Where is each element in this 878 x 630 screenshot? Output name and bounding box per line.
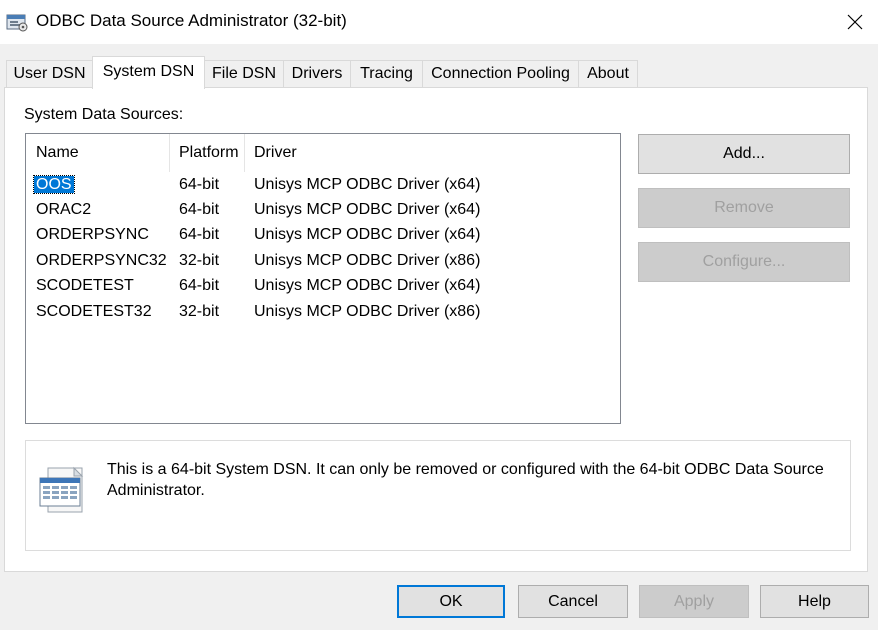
list-row[interactable]: ORDERPSYNC 64-bit Unisys MCP ODBC Driver…: [26, 222, 620, 247]
row-name: SCODETEST32: [36, 303, 152, 320]
row-name: OOS: [33, 175, 75, 194]
window-title: ODBC Data Source Administrator (32-bit): [36, 11, 347, 30]
tab-about[interactable]: About: [578, 60, 638, 87]
column-header-driver[interactable]: Driver: [245, 134, 445, 172]
configure-button[interactable]: Configure...: [638, 242, 850, 282]
close-icon: [847, 14, 863, 30]
list-row[interactable]: ORDERPSYNC32 32-bit Unisys MCP ODBC Driv…: [26, 248, 620, 273]
info-text: This is a 64-bit System DSN. It can only…: [107, 461, 824, 499]
tab-connection-pooling[interactable]: Connection Pooling: [422, 60, 579, 87]
row-driver: Unisys MCP ODBC Driver (x86): [254, 252, 481, 269]
tab-system-dsn[interactable]: System DSN: [92, 56, 205, 89]
cancel-button[interactable]: Cancel: [518, 585, 628, 618]
odbc-admin-icon: [6, 12, 28, 32]
list-header: Name Platform Driver: [26, 134, 620, 172]
ok-button[interactable]: OK: [397, 585, 505, 618]
system-data-sources-label: System Data Sources:: [24, 106, 184, 123]
data-source-list[interactable]: Name Platform Driver OOS 64-bit Unisys M…: [25, 133, 621, 424]
row-platform: 64-bit: [179, 277, 220, 294]
row-platform: 32-bit: [179, 252, 220, 269]
row-platform: 64-bit: [179, 201, 220, 218]
row-driver: Unisys MCP ODBC Driver (x64): [254, 176, 481, 193]
tab-user-dsn[interactable]: User DSN: [6, 60, 93, 87]
row-driver: Unisys MCP ODBC Driver (x64): [254, 277, 481, 294]
column-header-platform[interactable]: Platform: [170, 134, 245, 172]
tab-tracing[interactable]: Tracing: [350, 60, 423, 87]
row-driver: Unisys MCP ODBC Driver (x64): [254, 226, 481, 243]
close-button[interactable]: [832, 0, 878, 44]
row-platform: 64-bit: [179, 176, 220, 193]
row-platform: 64-bit: [179, 226, 220, 243]
list-row[interactable]: ORAC2 64-bit Unisys MCP ODBC Driver (x64…: [26, 197, 620, 222]
row-name: SCODETEST: [36, 277, 134, 294]
title-bar: ODBC Data Source Administrator (32-bit): [0, 0, 878, 44]
apply-button[interactable]: Apply: [639, 585, 749, 618]
tab-drivers[interactable]: Drivers: [283, 60, 351, 87]
list-row[interactable]: SCODETEST32 32-bit Unisys MCP ODBC Drive…: [26, 299, 620, 324]
data-source-icon: [38, 466, 88, 516]
row-name: ORAC2: [36, 201, 92, 218]
list-row[interactable]: SCODETEST 64-bit Unisys MCP ODBC Driver …: [26, 273, 620, 298]
column-header-name[interactable]: Name: [26, 134, 170, 172]
row-name: ORDERPSYNC: [36, 226, 149, 243]
help-button[interactable]: Help: [760, 585, 869, 618]
row-name: ORDERPSYNC32: [36, 252, 167, 269]
row-driver: Unisys MCP ODBC Driver (x64): [254, 201, 481, 218]
row-driver: Unisys MCP ODBC Driver (x86): [254, 303, 481, 320]
row-platform: 32-bit: [179, 303, 220, 320]
remove-button[interactable]: Remove: [638, 188, 850, 228]
tab-file-dsn[interactable]: File DSN: [204, 60, 284, 87]
add-button[interactable]: Add...: [638, 134, 850, 174]
list-row[interactable]: OOS 64-bit Unisys MCP ODBC Driver (x64): [26, 172, 620, 197]
